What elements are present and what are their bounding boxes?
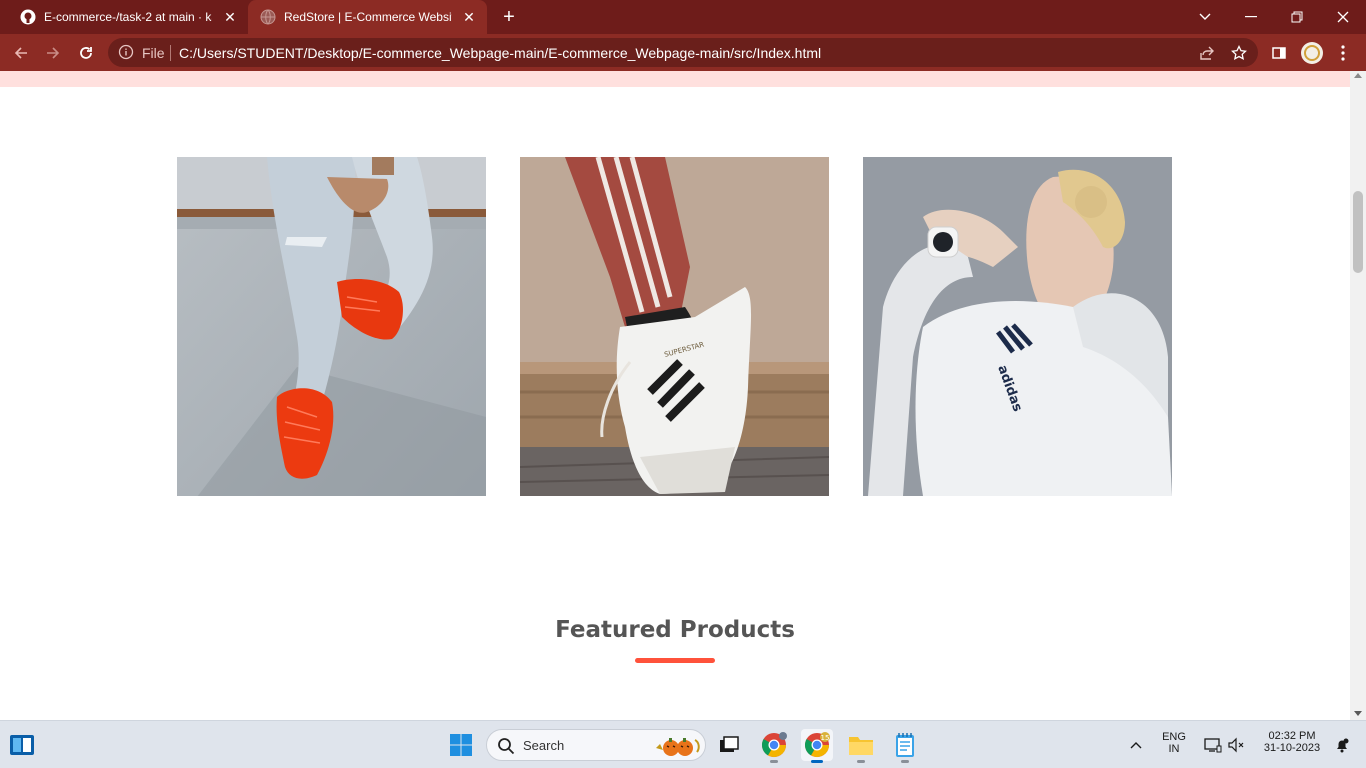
widgets-icon[interactable] xyxy=(6,729,38,761)
show-hidden-icons-chevron-icon[interactable] xyxy=(1120,729,1152,761)
restore-button[interactable] xyxy=(1274,0,1320,34)
task-view-icon[interactable] xyxy=(713,729,745,761)
globe-icon xyxy=(260,9,276,25)
clock-time: 02:32 PM xyxy=(1268,730,1316,742)
notepad-icon[interactable] xyxy=(889,729,921,763)
header-bottom-strip xyxy=(0,71,1350,87)
notification-bell-icon[interactable] xyxy=(1326,729,1358,761)
divider xyxy=(170,45,171,61)
category-image-adidas-superstar[interactable]: SUPERSTAR xyxy=(520,157,829,496)
github-icon xyxy=(20,9,36,25)
profile-avatar[interactable] xyxy=(1299,40,1325,66)
browser-toolbar: File C:/Users/STUDENT/Desktop/E-commerce… xyxy=(0,34,1366,71)
title-underline xyxy=(635,658,715,663)
page-scrollbar[interactable] xyxy=(1350,71,1366,720)
menu-dots-icon[interactable] xyxy=(1330,40,1356,66)
running-indicator xyxy=(770,760,778,763)
tab-title: E-commerce-/task-2 at main · ka xyxy=(44,10,212,24)
address-bar[interactable]: File C:/Users/STUDENT/Desktop/E-commerce… xyxy=(108,38,1258,67)
active-indicator xyxy=(811,760,823,763)
new-tab-button[interactable]: + xyxy=(498,6,520,28)
close-tab-icon[interactable]: ✕ xyxy=(461,9,477,25)
running-indicator xyxy=(857,760,865,763)
close-tab-icon[interactable]: ✕ xyxy=(222,9,238,25)
side-panel-icon[interactable] xyxy=(1266,40,1292,66)
url-text[interactable]: C:/Users/STUDENT/Desktop/E-commerce_Webp… xyxy=(179,45,821,61)
running-indicator xyxy=(901,760,909,763)
forward-button[interactable] xyxy=(40,40,66,66)
category-image-red-sneakers[interactable] xyxy=(177,157,486,496)
category-image-adidas-hoodie[interactable]: adidas xyxy=(863,157,1172,496)
start-windows-icon[interactable] xyxy=(445,729,477,761)
bookmark-star-icon[interactable] xyxy=(1230,44,1248,62)
page-viewport: SUPERSTAR adidas Featured Products xyxy=(0,71,1350,720)
share-icon[interactable] xyxy=(1198,44,1216,62)
windows-taskbar: Search 15 ENG IN 02:32 PM 31-10-2023 xyxy=(0,720,1366,768)
language-indicator[interactable]: ENG IN xyxy=(1158,731,1190,755)
featured-products-title: Featured Products xyxy=(555,617,795,643)
tab-github[interactable]: E-commerce-/task-2 at main · ka ✕ xyxy=(8,0,248,34)
info-icon[interactable] xyxy=(118,44,134,60)
browser-tab-bar: E-commerce-/task-2 at main · ka ✕ RedSto… xyxy=(0,0,1366,34)
halloween-pumpkins-icon xyxy=(653,734,703,758)
chrome-profile-badge: 15 xyxy=(821,734,830,742)
clock-date: 31-10-2023 xyxy=(1263,742,1321,754)
close-window-button[interactable] xyxy=(1320,0,1366,34)
clock[interactable]: 02:32 PM 31-10-2023 xyxy=(1256,730,1328,754)
scroll-up-arrow-icon[interactable] xyxy=(1354,73,1362,78)
search-icon xyxy=(497,737,515,755)
chrome-icon[interactable] xyxy=(758,729,790,763)
file-explorer-icon[interactable] xyxy=(845,729,877,763)
back-button[interactable] xyxy=(8,40,34,66)
minimize-button[interactable] xyxy=(1228,0,1274,34)
scroll-down-arrow-icon[interactable] xyxy=(1354,711,1362,716)
volume-muted-icon[interactable] xyxy=(1220,729,1252,761)
reload-button[interactable] xyxy=(73,40,99,66)
scrollbar-thumb[interactable] xyxy=(1353,191,1363,273)
region-code: IN xyxy=(1168,743,1180,755)
tab-title: RedStore | E-Commerce Website xyxy=(284,10,452,24)
chrome-active-icon[interactable]: 15 xyxy=(801,729,833,763)
search-placeholder: Search xyxy=(523,738,565,753)
tab-redstore[interactable]: RedStore | E-Commerce Website ✕ xyxy=(248,0,487,34)
scheme-label: File xyxy=(142,45,165,61)
tab-search-chevron-icon[interactable] xyxy=(1182,0,1228,34)
language-code: ENG xyxy=(1162,731,1186,743)
taskbar-search[interactable]: Search xyxy=(486,729,706,761)
